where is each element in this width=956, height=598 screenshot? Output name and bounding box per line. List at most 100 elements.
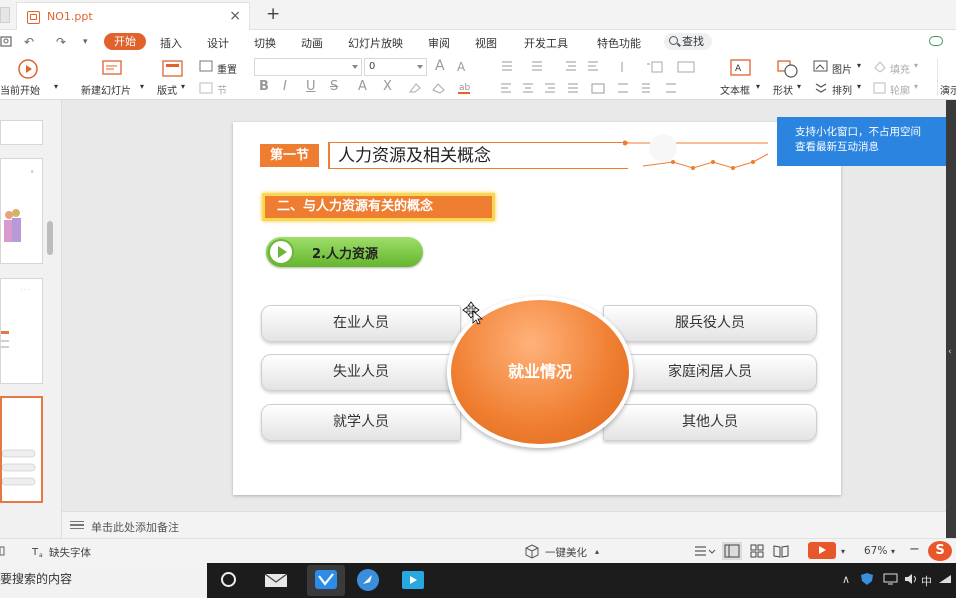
chevron-down-icon[interactable]: ▾	[756, 82, 760, 91]
menu-tab-review[interactable]: 审阅	[428, 35, 450, 51]
text-direction-icon[interactable]	[650, 60, 698, 74]
subtitle-banner[interactable]: 二、与人力资源有关的概念	[262, 193, 495, 221]
slide-thumbnail[interactable]: ε	[0, 158, 43, 264]
wps-presentation-app-icon[interactable]	[307, 565, 345, 596]
normal-view-icon[interactable]	[722, 542, 742, 560]
zoom-out-button[interactable]: −	[909, 542, 920, 557]
superscript-button[interactable]: A	[358, 79, 367, 94]
notes-pane[interactable]: 单击此处添加备注	[62, 511, 946, 538]
right-side-panel[interactable]: ‹	[946, 100, 956, 538]
reset-button[interactable]: 重置	[217, 61, 237, 76]
strikethrough-button[interactable]: S	[330, 79, 338, 94]
menu-tab-design[interactable]: 设计	[207, 35, 229, 51]
underline-button[interactable]: U	[306, 79, 316, 94]
category-employed[interactable]: 在业人员	[261, 305, 461, 342]
subscript-button[interactable]: X	[383, 79, 392, 94]
zoom-level[interactable]: 67%	[864, 545, 887, 557]
menu-tab-insert[interactable]: 插入	[160, 35, 182, 51]
category-unemployed[interactable]: 失业人员	[261, 354, 461, 391]
chevron-up-icon[interactable]: ▴	[595, 547, 599, 556]
menu-tab-animation[interactable]: 动画	[301, 35, 323, 51]
thumbnail-scrollbar[interactable]	[47, 221, 53, 255]
textbox-button[interactable]: 文本框	[720, 82, 750, 97]
volume-icon[interactable]	[904, 573, 920, 585]
paragraph-tools[interactable]	[500, 60, 650, 74]
mail-app-icon[interactable]	[263, 568, 289, 592]
chevron-left-icon[interactable]: ‹	[948, 347, 952, 357]
slide-thumbnail[interactable]: · · ·	[0, 278, 43, 384]
chevron-down-icon[interactable]: ▾	[857, 61, 861, 70]
shrink-font-button[interactable]: A	[457, 60, 465, 74]
category-homemakers[interactable]: 家庭闲居人员	[603, 354, 817, 391]
new-tab-button[interactable]: +	[266, 4, 280, 24]
section-button[interactable]: 节	[217, 82, 227, 97]
open-file-icon[interactable]	[0, 35, 13, 48]
bold-button[interactable]: B	[259, 79, 269, 94]
slide-thumbnail[interactable]	[0, 120, 43, 145]
slide-thumbnail-selected[interactable]	[0, 396, 43, 503]
beautify-button[interactable]: 一键美化	[545, 545, 587, 560]
chevron-down-icon[interactable]: ▾	[857, 82, 861, 91]
shield-icon[interactable]	[860, 572, 874, 586]
cloud-sync-icon[interactable]	[929, 36, 943, 46]
sogou-ime-icon[interactable]: S	[928, 541, 952, 561]
font-name-select[interactable]	[254, 58, 362, 76]
video-app-icon[interactable]	[400, 568, 426, 592]
menu-tab-slideshow[interactable]: 幻灯片放映	[348, 35, 403, 51]
close-tab-icon[interactable]: ×	[229, 8, 241, 24]
missing-font-button[interactable]: 缺失字体	[49, 545, 91, 560]
new-slide-button[interactable]: 新建幻灯片	[81, 82, 131, 97]
menu-tab-transition[interactable]: 切换	[254, 35, 276, 51]
reading-view-icon[interactable]	[773, 544, 789, 558]
chevron-down-icon[interactable]: ▾	[914, 82, 918, 91]
present-button[interactable]: 演示	[940, 82, 956, 97]
undo-button[interactable]: ↶	[24, 35, 34, 49]
network-icon[interactable]	[883, 573, 899, 585]
notification-popup[interactable]: 支持小化窗口，不占用空间 查看最新互动消息	[777, 117, 948, 166]
chevron-down-icon[interactable]: ▾	[891, 547, 895, 556]
grow-font-button[interactable]: A	[435, 58, 445, 74]
chevron-down-icon[interactable]: ▾	[914, 61, 918, 70]
chevron-down-icon[interactable]: ▾	[181, 82, 185, 91]
menu-tab-developer[interactable]: 开发工具	[524, 35, 568, 51]
input-method-indicator[interactable]: 中	[921, 573, 932, 589]
category-others[interactable]: 其他人员	[603, 404, 817, 441]
fill-button[interactable]: 填充	[890, 61, 910, 76]
alignment-tools[interactable]	[500, 82, 700, 96]
notes-toggle-icon[interactable]	[694, 545, 716, 558]
search-button[interactable]: 查找	[664, 33, 712, 50]
taskbar-search-box[interactable]: 要搜索的内容	[0, 563, 207, 598]
wifi-icon[interactable]	[937, 573, 953, 586]
chevron-down-icon[interactable]: ▾	[54, 82, 58, 91]
chevron-down-icon[interactable]: ▾	[841, 547, 845, 556]
home-tab-icon[interactable]	[0, 7, 10, 23]
play-from-current-button[interactable]: 当前开始	[0, 82, 40, 97]
category-students[interactable]: 就学人员	[261, 404, 461, 441]
slide[interactable]: 第一节 人力资源及相关概念 二、与人力资源有关的概念 2.人力资源 在业人员 失…	[233, 122, 841, 495]
redo-button[interactable]: ↷	[56, 35, 66, 49]
document-tab[interactable]: NO1.ppt ×	[16, 2, 250, 30]
play-slideshow-button[interactable]	[808, 542, 836, 559]
picture-button[interactable]: 图片	[832, 61, 852, 76]
menu-tab-features[interactable]: 特色功能	[597, 35, 641, 51]
chevron-down-icon[interactable]: ▾	[797, 82, 801, 91]
slide-sorter-icon[interactable]	[750, 544, 764, 558]
clear-format-icon[interactable]	[408, 82, 422, 94]
arrange-button[interactable]: 排列	[832, 82, 852, 97]
font-color-icon[interactable]: ab	[456, 80, 474, 96]
font-size-select[interactable]: 0	[364, 58, 427, 76]
shape-button[interactable]: 形状	[773, 82, 793, 97]
feather-app-icon[interactable]	[355, 568, 381, 592]
quick-access-dropdown[interactable]: ▾	[83, 37, 88, 47]
layout-button[interactable]: 版式	[157, 82, 177, 97]
outline-button[interactable]: 轮廓	[890, 82, 910, 97]
menu-tab-start[interactable]: 开始	[104, 33, 146, 50]
eraser-icon[interactable]	[432, 82, 446, 94]
category-military[interactable]: 服兵役人员	[603, 305, 817, 342]
chevron-down-icon[interactable]: ▾	[140, 82, 144, 91]
italic-button[interactable]: I	[283, 79, 287, 94]
section-title[interactable]: 人力资源及相关概念	[328, 142, 628, 169]
menu-tab-view[interactable]: 视图	[475, 35, 497, 51]
cortana-icon[interactable]	[221, 572, 236, 587]
show-hidden-icons-chevron[interactable]: ∧	[842, 573, 850, 586]
